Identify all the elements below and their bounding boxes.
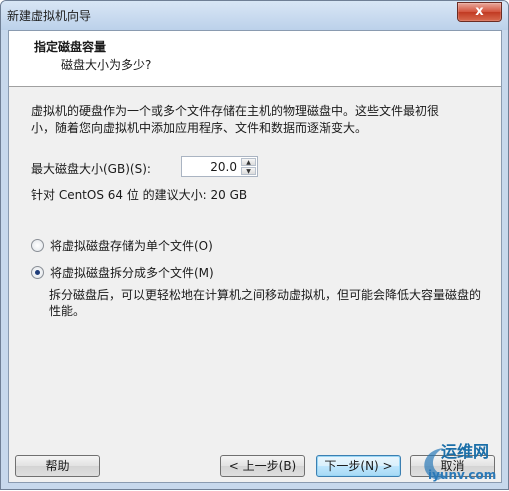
recommended-size-text: 针对 CentOS 64 位 的建议大小: 20 GB xyxy=(31,188,248,202)
watermark-text-1: 运维网 xyxy=(441,442,490,461)
page-title: 指定磁盘容量 xyxy=(34,40,107,54)
radio-multi-file-button[interactable] xyxy=(31,266,44,279)
next-button[interactable]: 下一步(N) > xyxy=(316,455,401,477)
split-description-line-1: 拆分磁盘后，可以更轻松地在计算机之间移动虚拟机，但可能会降低大容量磁盘的 xyxy=(49,288,482,302)
site-watermark: 运维网 iyunv.com xyxy=(408,436,508,488)
disk-size-value[interactable]: 20.0 xyxy=(210,160,237,174)
disk-description: 虚拟机的硬盘作为一个或多个文件存储在主机的物理磁盘中。这些文件最初很 小，随着您… xyxy=(31,103,481,137)
description-line-2: 小，随着您向虚拟机中添加应用程序、文件和数据而逐渐变大。 xyxy=(31,121,368,135)
spinner-buttons: ▲ ▼ xyxy=(241,158,256,175)
radio-single-file-button[interactable] xyxy=(31,239,44,252)
spinner-down-icon[interactable]: ▼ xyxy=(241,167,256,175)
close-button[interactable]: x xyxy=(457,2,502,22)
watermark-text-2: iyunv.com xyxy=(428,468,497,482)
disk-size-spinner[interactable]: 20.0 ▲ ▼ xyxy=(181,156,258,177)
title-bar[interactable]: 新建虚拟机向导 x xyxy=(1,1,508,30)
spinner-up-icon[interactable]: ▲ xyxy=(241,158,256,166)
split-description-line-2: 性能。 xyxy=(49,304,86,318)
back-button[interactable]: < 上一步(B) xyxy=(220,455,305,477)
radio-multi-file[interactable]: 将虚拟磁盘拆分成多个文件(M) xyxy=(31,264,214,281)
window-title: 新建虚拟机向导 xyxy=(7,9,92,23)
wizard-content: 指定磁盘容量 磁盘大小为多少? 虚拟机的硬盘作为一个或多个文件存储在主机的物理磁… xyxy=(8,30,502,483)
help-button[interactable]: 帮助 xyxy=(15,455,100,477)
description-line-1: 虚拟机的硬盘作为一个或多个文件存储在主机的物理磁盘中。这些文件最初很 xyxy=(31,104,440,118)
max-disk-size-label: 最大磁盘大小(GB)(S): xyxy=(31,162,151,176)
page-subtitle: 磁盘大小为多少? xyxy=(61,58,152,72)
wizard-header: 指定磁盘容量 磁盘大小为多少? xyxy=(9,31,501,87)
new-vm-wizard-window: 新建虚拟机向导 x 指定磁盘容量 磁盘大小为多少? 虚拟机的硬盘作为一个或多个文… xyxy=(0,0,509,490)
close-icon: x xyxy=(475,4,484,19)
radio-single-file-label[interactable]: 将虚拟磁盘存储为单个文件(O) xyxy=(50,237,213,254)
radio-single-file[interactable]: 将虚拟磁盘存储为单个文件(O) xyxy=(31,237,213,254)
split-description: 拆分磁盘后，可以更轻松地在计算机之间移动虚拟机，但可能会降低大容量磁盘的 性能。 xyxy=(49,287,489,319)
radio-multi-file-label[interactable]: 将虚拟磁盘拆分成多个文件(M) xyxy=(50,264,214,281)
